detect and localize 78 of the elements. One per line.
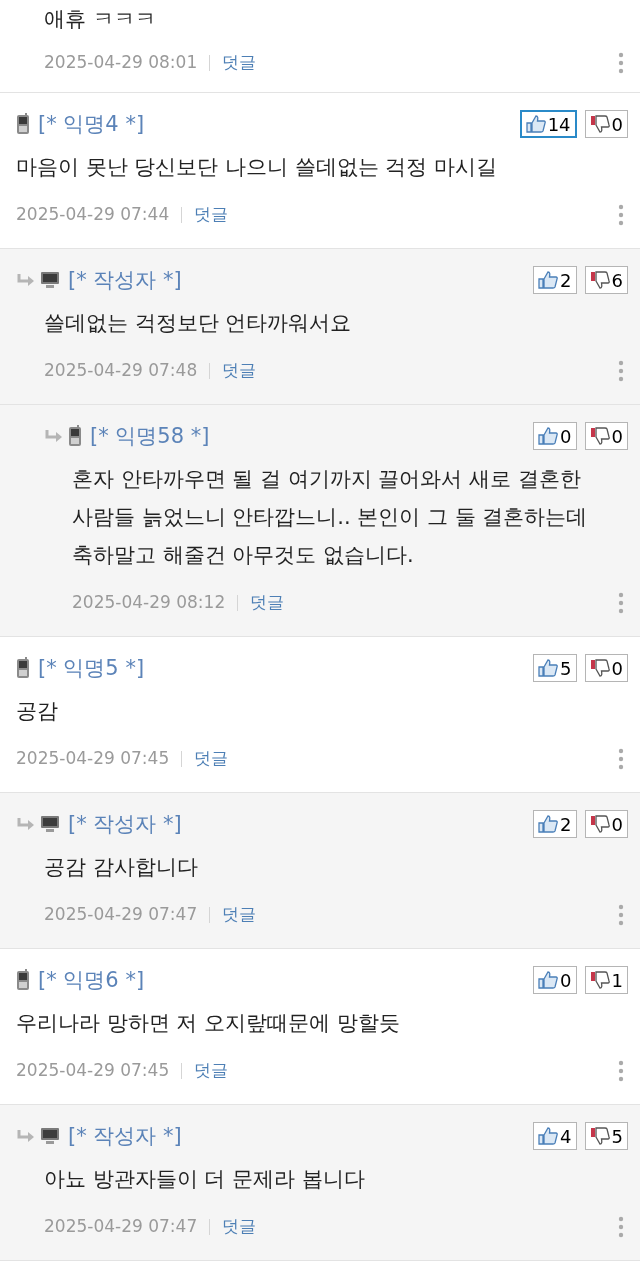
comment-date: 2025-04-29 07:45: [16, 1059, 170, 1082]
comment-date: 2025-04-29 07:47: [44, 1215, 198, 1238]
comment-text: 아뇨 방관자들이 더 문제라 봅니다: [44, 1166, 366, 1193]
comment-date: 2025-04-29 07:48: [44, 359, 198, 382]
mobile-phone-icon: [16, 113, 30, 136]
thumbs-down-icon: [589, 271, 610, 290]
comment-date: 2025-04-29 07:47: [44, 903, 198, 926]
like-button[interactable]: 14: [519, 110, 577, 139]
thumbs-down-icon: [589, 427, 610, 446]
more-options-icon[interactable]: [618, 747, 624, 770]
thumbs-down-icon: [589, 815, 610, 834]
like-button[interactable]: 5: [533, 654, 577, 683]
reply-link[interactable]: 덧글: [222, 358, 257, 384]
comment-text: 우리나라 망하면 저 오지랖때문에 망할듯: [16, 1010, 401, 1037]
thumbs-up-icon: [538, 971, 559, 990]
dislike-button[interactable]: 0: [584, 422, 628, 451]
thumbs-down-icon: [589, 115, 610, 134]
comment-text: 쓸데없는 걱정보단 언타까워서요: [44, 310, 353, 337]
thumbs-up-icon: [538, 659, 559, 678]
dislike-button[interactable]: 5: [584, 1122, 628, 1151]
like-button[interactable]: 2: [533, 266, 577, 295]
like-button[interactable]: 2: [533, 810, 577, 839]
mobile-phone-icon: [16, 969, 30, 992]
comment-text: 공감 감사합니다: [44, 854, 199, 881]
more-options-icon[interactable]: [618, 903, 624, 926]
like-button[interactable]: 0: [533, 966, 577, 995]
monitor-icon: [40, 814, 60, 835]
comment-date: 2025-04-29 07:45: [16, 747, 170, 770]
reply-arrow-icon: [16, 1129, 36, 1144]
author-name[interactable]: [* 작성자 *]: [68, 808, 182, 840]
reply-link[interactable]: 덧글: [194, 1058, 229, 1084]
more-options-icon[interactable]: [618, 51, 624, 74]
reply-link[interactable]: 덧글: [222, 50, 257, 76]
comment-date: 2025-04-29 08:01: [44, 51, 198, 74]
more-options-icon[interactable]: [618, 359, 624, 382]
reply-link[interactable]: 덧글: [222, 902, 257, 928]
thumbs-up-icon: [538, 271, 559, 290]
thumbs-down-icon: [589, 659, 610, 678]
like-button[interactable]: 4: [533, 1122, 577, 1151]
author-name[interactable]: [* 익명58 *]: [90, 420, 210, 452]
monitor-icon: [40, 270, 60, 291]
dislike-button[interactable]: 0: [584, 810, 628, 839]
comment-date: 2025-04-29 07:44: [16, 203, 170, 226]
more-options-icon[interactable]: [618, 591, 624, 614]
thumbs-up-icon: [538, 815, 559, 834]
more-options-icon[interactable]: [618, 1215, 624, 1238]
author-name[interactable]: [* 작성자 *]: [68, 1120, 182, 1152]
reply-link[interactable]: 덧글: [194, 202, 229, 228]
mobile-phone-icon: [16, 657, 30, 680]
like-button[interactable]: 0: [533, 422, 577, 451]
thumbs-up-icon: [538, 427, 559, 446]
mobile-phone-icon: [68, 425, 82, 448]
author-name[interactable]: [* 익명4 *]: [38, 108, 145, 140]
thumbs-up-icon: [525, 115, 546, 134]
thumbs-down-icon: [589, 971, 610, 990]
reply-arrow-icon: [44, 429, 64, 444]
thumbs-down-icon: [589, 1127, 610, 1146]
monitor-icon: [40, 1126, 60, 1147]
more-options-icon[interactable]: [618, 1059, 624, 1082]
author-name[interactable]: [* 익명5 *]: [38, 652, 145, 684]
author-name[interactable]: [* 익명6 *]: [38, 964, 145, 996]
dislike-button[interactable]: 1: [584, 966, 628, 995]
comment-text: 애휴 ㅋㅋㅋ: [44, 6, 157, 33]
comment-text: 마음이 못난 당신보단 나으니 쓸데없는 걱정 마시길: [16, 154, 499, 181]
dislike-button[interactable]: 0: [584, 654, 628, 683]
comment-text: 공감: [16, 698, 59, 725]
thumbs-up-icon: [538, 1127, 559, 1146]
reply-link[interactable]: 덧글: [222, 1214, 257, 1240]
reply-arrow-icon: [16, 817, 36, 832]
dislike-button[interactable]: 6: [584, 266, 628, 295]
reply-link[interactable]: 덧글: [194, 746, 229, 772]
dislike-button[interactable]: 0: [584, 110, 628, 139]
comment-text: 혼자 안타까우면 될 걸 여기까지 끌어와서 새로 결혼한 사람들 늙었느니 안타깝느니.. 본인이 그 둘 결혼하는데 축하말고 해줄건 아무것도 없습니다.: [72, 466, 589, 569]
comment-date: 2025-04-29 08:12: [72, 591, 226, 614]
reply-link[interactable]: 덧글: [250, 590, 285, 616]
author-name[interactable]: [* 작성자 *]: [68, 264, 182, 296]
reply-arrow-icon: [16, 273, 36, 288]
more-options-icon[interactable]: [618, 203, 624, 226]
